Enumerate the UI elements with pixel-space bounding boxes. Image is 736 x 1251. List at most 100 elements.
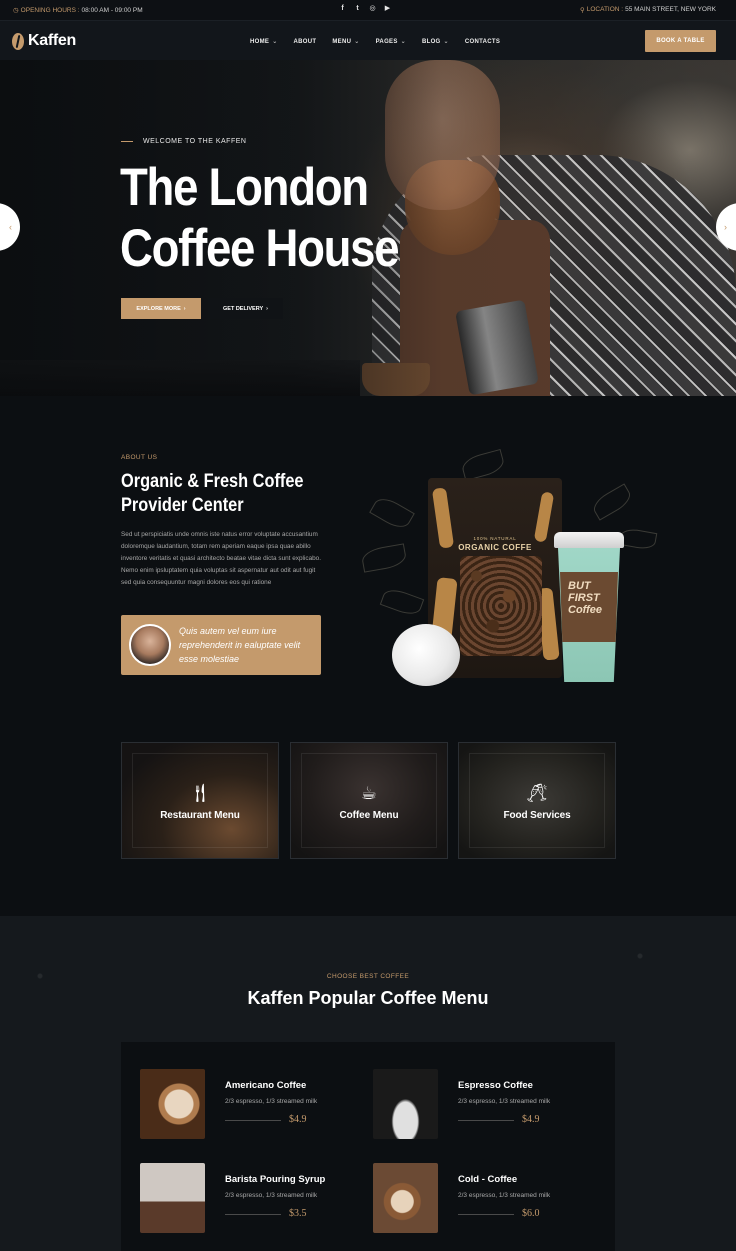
menu-eyebrow: CHOOSE BEST COFFEE <box>326 973 410 980</box>
service-card-coffee[interactable]: ☕︎ Coffee Menu <box>290 742 448 859</box>
leaf-decoration <box>589 483 635 521</box>
nav-pages-label: PAGES <box>375 38 398 45</box>
nav-menu[interactable]: MENU ⌄ <box>332 38 360 46</box>
menu-item-desc: 2/3 espresso, 1/3 streamed milk <box>458 1098 551 1105</box>
chevron-right-icon: › <box>266 305 268 312</box>
about-heading: Organic & Fresh Coffee Provider Center <box>121 471 304 516</box>
twitter-icon[interactable]: t <box>354 5 361 13</box>
quote-text: Quis autem vel eum iure reprehenderit in… <box>179 626 301 664</box>
menu-item-name: Espresso Coffee <box>458 1080 533 1091</box>
instagram-icon[interactable]: ◎ <box>369 5 376 13</box>
nav-home[interactable]: HOME ⌄ <box>250 38 278 46</box>
logo[interactable]: Kaffen <box>12 32 76 50</box>
menu-item-name: Cold - Coffee <box>458 1174 518 1185</box>
menu-item-price: $4.9 <box>522 1114 540 1125</box>
coffee-beans-window <box>460 556 542 656</box>
chevron-down-icon: ⌄ <box>400 39 406 45</box>
opening-hours: ◷ OPENING HOURS : 08:00 AM - 09:00 PM <box>13 6 143 15</box>
menu-item-price: $6.0 <box>522 1208 540 1219</box>
location: ⚲ LOCATION : 55 MAIN STREET, NEW YORK <box>580 6 716 14</box>
menu-item-image <box>140 1069 205 1139</box>
coffee-bean-icon <box>12 32 24 50</box>
nav-contacts[interactable]: CONTACTS <box>465 38 500 45</box>
hero-title-line1: The London <box>120 158 369 217</box>
menu-item[interactable]: Espresso Coffee 2/3 espresso, 1/3 stream… <box>373 1069 603 1139</box>
nav-menu-label: MENU <box>332 38 352 45</box>
chevron-right-icon: › <box>183 305 186 312</box>
leaf-decoration <box>459 448 507 482</box>
leaf-decoration <box>618 527 658 551</box>
opening-hours-value: 08:00 AM - 09:00 PM <box>81 6 143 14</box>
menu-item-image <box>373 1069 438 1139</box>
hero-title: The London Coffee House <box>120 157 400 279</box>
book-table-button[interactable]: BOOK A TABLE <box>645 30 716 52</box>
service-card-label: Restaurant Menu <box>160 810 240 821</box>
menu-item-name: Barista Pouring Syrup <box>225 1174 326 1185</box>
cup-lid <box>554 532 624 548</box>
explore-more-label: EXPLORE MORE <box>136 305 181 312</box>
top-info-bar: ◷ OPENING HOURS : 08:00 AM - 09:00 PM f … <box>0 0 736 20</box>
menu-item-divider <box>225 1120 281 1121</box>
opening-hours-label: OPENING HOURS : <box>20 6 80 14</box>
chevron-down-icon: ⌄ <box>272 39 278 45</box>
nav-about[interactable]: ABOUT <box>294 38 317 45</box>
get-delivery-button[interactable]: GET DELIVERY › <box>208 298 283 319</box>
menu-item-desc: 2/3 espresso, 1/3 streamed milk <box>458 1192 551 1199</box>
welcome-divider <box>121 141 133 142</box>
menu-heading: Kaffen Popular Coffee Menu <box>247 988 489 1008</box>
location-pin-icon: ⚲ <box>579 7 585 14</box>
bag-label-big: ORGANIC COFFE <box>458 543 532 552</box>
social-links: f t ◎ ▶ <box>339 5 391 13</box>
hero-title-line2: Coffee House <box>120 219 400 278</box>
hero-welcome-text: WELCOME TO THE KAFFEN <box>143 138 247 145</box>
menu-item-divider <box>458 1120 514 1121</box>
clock-icon: ◷ <box>13 7 19 14</box>
service-card-food[interactable]: 🥂︎ Food Services <box>458 742 616 859</box>
facebook-icon[interactable]: f <box>339 5 346 13</box>
nav-blog[interactable]: BLOG ⌄ <box>421 38 449 46</box>
nav-about-label: ABOUT <box>293 38 317 45</box>
about-paragraph: Sed ut perspiciatis unde omnis iste natu… <box>121 531 322 586</box>
leaf-decoration <box>360 543 408 573</box>
hero-slider: WELCOME TO THE KAFFEN The London Coffee … <box>0 60 736 396</box>
menu-item-name: Americano Coffee <box>225 1080 307 1091</box>
menu-item[interactable]: Americano Coffee 2/3 espresso, 1/3 strea… <box>140 1069 370 1139</box>
cheers-glasses-icon: 🥂︎ <box>525 783 549 803</box>
chevron-right-icon: › <box>724 222 727 232</box>
youtube-icon[interactable]: ▶ <box>384 5 391 13</box>
menu-item[interactable]: Cold - Coffee 2/3 espresso, 1/3 streamed… <box>373 1163 603 1233</box>
about-eyebrow: ABOUT US <box>121 454 158 461</box>
menu-item[interactable]: Barista Pouring Syrup 2/3 espresso, 1/3 … <box>140 1163 370 1233</box>
service-card-label: Coffee Menu <box>339 810 399 821</box>
white-lid <box>392 624 460 686</box>
bag-label-small: 100% NATURAL <box>473 536 517 541</box>
chevron-down-icon: ⌄ <box>354 39 360 45</box>
nav-blog-label: BLOG <box>421 38 441 45</box>
leaf-decoration <box>379 585 425 619</box>
takeaway-cup: BUT FIRST Coffee <box>554 532 624 682</box>
main-nav: HOME ⌄ ABOUT MENU ⌄ PAGES ⌄ BLOG ⌄ CONTACTS <box>250 38 500 46</box>
menu-item-image <box>373 1163 438 1233</box>
logo-text: Kaffen <box>28 32 76 49</box>
menu-item-divider <box>458 1214 514 1215</box>
menu-item-desc: 2/3 espresso, 1/3 streamed milk <box>225 1098 318 1105</box>
service-card-restaurant[interactable]: 🍴︎ Restaurant Menu <box>121 742 279 859</box>
menu-item-price: $3.5 <box>289 1208 307 1219</box>
coffee-menu-section: CHOOSE BEST COFFEE Kaffen Popular Coffee… <box>0 916 736 1251</box>
explore-more-button[interactable]: EXPLORE MORE › <box>121 298 201 319</box>
nav-home-label: HOME <box>250 38 270 45</box>
cup-sleeve: BUT FIRST Coffee <box>560 572 618 642</box>
main-header: Kaffen HOME ⌄ ABOUT MENU ⌄ PAGES ⌄ BLOG ⌄ CO… <box>0 20 736 60</box>
menu-list: Americano Coffee 2/3 espresso, 1/3 strea… <box>121 1042 615 1251</box>
coffee-cup-icon: ☕︎ <box>360 783 378 803</box>
menu-item-desc: 2/3 espresso, 1/3 streamed milk <box>225 1192 318 1199</box>
location-value: 55 MAIN STREET, NEW YORK <box>625 6 716 13</box>
service-card-label: Food Services <box>503 810 571 821</box>
hero-welcome: WELCOME TO THE KAFFEN <box>121 138 246 145</box>
chevron-left-icon: ‹ <box>9 222 12 232</box>
fork-knife-icon: 🍴︎ <box>188 783 212 803</box>
quote-card: Quis autem vel eum iure reprehenderit in… <box>121 615 321 675</box>
nav-pages[interactable]: PAGES ⌄ <box>375 38 406 46</box>
menu-item-divider <box>225 1214 281 1215</box>
leaf-decoration <box>369 493 415 533</box>
